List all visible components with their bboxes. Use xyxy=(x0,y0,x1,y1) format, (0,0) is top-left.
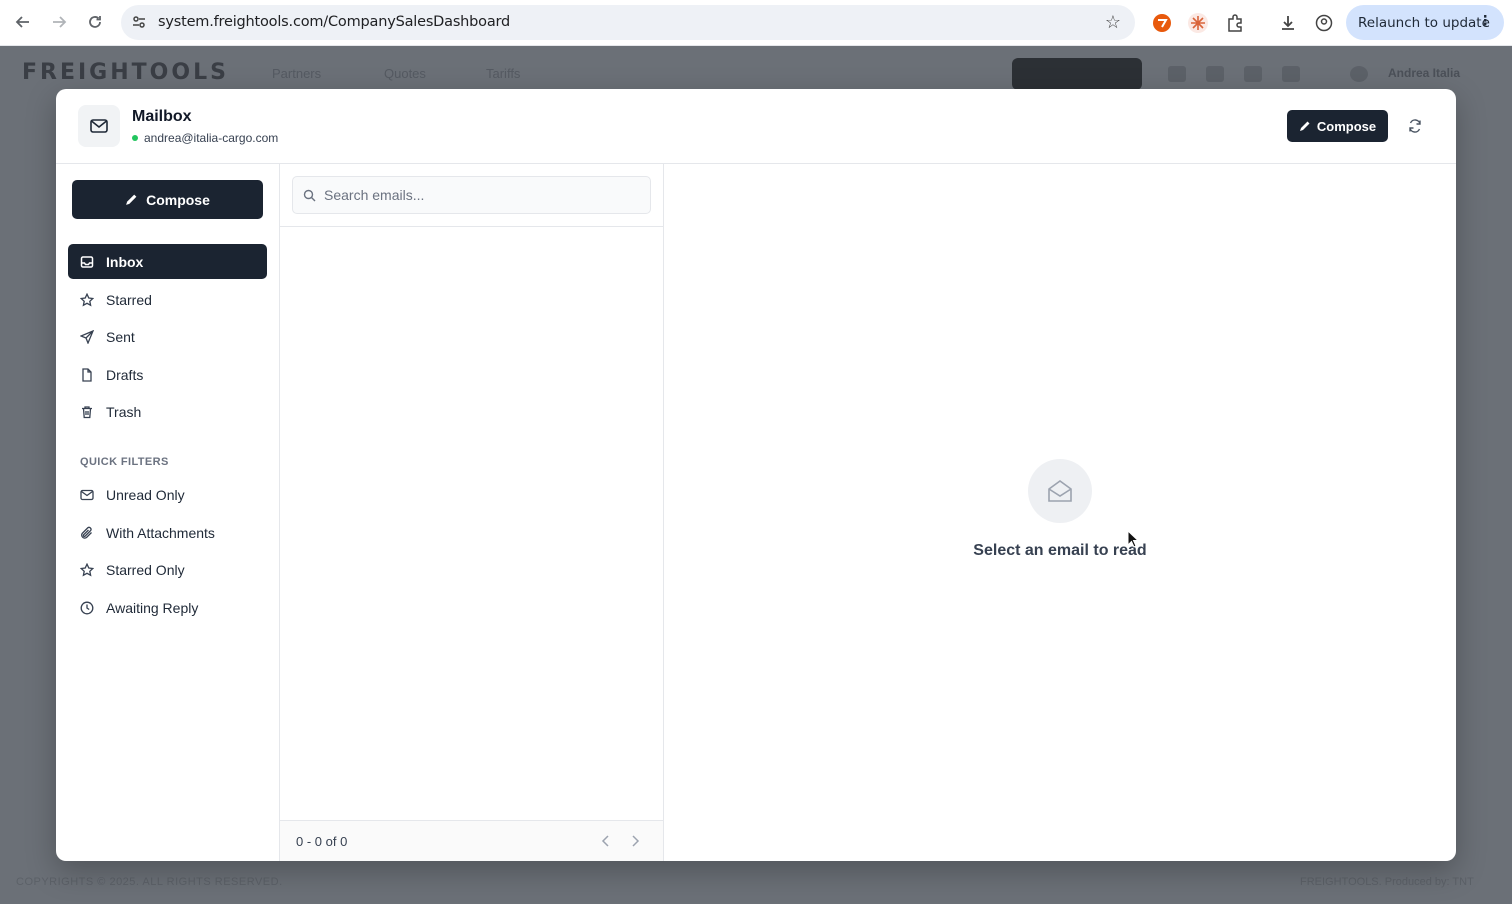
menu-partners: Partners xyxy=(272,66,322,81)
search-box xyxy=(292,176,651,214)
sidebar-compose-button[interactable]: Compose xyxy=(72,180,263,219)
extensions-puzzle-icon[interactable] xyxy=(1224,12,1246,34)
address-bar[interactable]: system.freightools.com/CompanySalesDashb… xyxy=(121,5,1135,40)
account-info: andrea@italia-cargo.com xyxy=(132,131,278,145)
email-list-column: 0 - 0 of 0 xyxy=(280,164,664,861)
filter-label: Unread Only xyxy=(106,486,185,503)
online-status-dot xyxy=(132,135,138,141)
trash-icon xyxy=(80,405,94,419)
send-icon xyxy=(80,329,94,344)
account-email: andrea@italia-cargo.com xyxy=(144,131,279,145)
folder-label: Drafts xyxy=(106,366,144,383)
empty-state-message: Select an email to read xyxy=(973,542,1147,559)
clock-icon xyxy=(80,601,94,615)
next-page-icon[interactable] xyxy=(625,831,645,851)
folder-starred[interactable]: Starred xyxy=(68,282,267,317)
header-compose-label: Compose xyxy=(1316,118,1377,134)
browser-toolbar: system.freightools.com/CompanySalesDashb… xyxy=(0,0,1512,46)
download-icon[interactable] xyxy=(1277,12,1299,34)
folder-trash[interactable]: Trash xyxy=(68,394,267,429)
more-menu-icon[interactable]: ⋮ xyxy=(1479,13,1493,29)
menu-tariffs: Tariffs xyxy=(486,66,521,81)
app-logo: FREIGHTOOLS xyxy=(22,60,229,85)
folder-label: Trash xyxy=(106,403,142,420)
search-bar-area xyxy=(280,164,663,227)
star-icon xyxy=(80,292,94,307)
pencil-icon xyxy=(126,194,137,205)
search-input[interactable] xyxy=(324,187,624,203)
previous-page-icon[interactable] xyxy=(596,831,616,851)
filter-unread-only[interactable]: Unread Only xyxy=(68,477,267,512)
footer-credits: FREIGHTOOLS. Produced by: TNT xyxy=(1300,876,1474,888)
extension-sparkle-icon[interactable] xyxy=(1187,12,1209,34)
header-compose-button[interactable]: Compose xyxy=(1287,110,1388,142)
inbox-icon xyxy=(80,255,94,269)
back-icon[interactable] xyxy=(13,12,33,32)
modal-header: Mailbox andrea@italia-cargo.com Compose xyxy=(56,89,1456,164)
star-icon xyxy=(80,562,94,577)
filter-label: Starred Only xyxy=(106,561,185,578)
open-envelope-icon xyxy=(1028,459,1092,523)
file-icon xyxy=(80,367,94,382)
avatar xyxy=(1350,66,1368,82)
filter-label: With Attachments xyxy=(106,524,215,541)
quick-filters-heading: QUICK FILTERS xyxy=(80,456,169,468)
filter-awaiting-reply[interactable]: Awaiting Reply xyxy=(68,590,267,625)
site-settings-icon[interactable] xyxy=(131,14,147,35)
create-quote-button xyxy=(1012,58,1142,90)
pagination-text: 0 - 0 of 0 xyxy=(296,834,348,849)
profile-icon[interactable] xyxy=(1313,12,1335,34)
reading-pane: Select an email to read xyxy=(664,164,1456,861)
filter-with-attachments[interactable]: With Attachments xyxy=(68,515,267,550)
search-icon xyxy=(303,189,316,201)
folder-label: Sent xyxy=(106,328,135,345)
folder-drafts[interactable]: Drafts xyxy=(68,357,267,392)
mouse-cursor-icon xyxy=(1127,529,1140,553)
relaunch-label: Relaunch to update xyxy=(1358,14,1490,31)
list-pagination: 0 - 0 of 0 xyxy=(280,820,663,861)
mailbox-sidebar: Compose Inbox Starred Sent Drafts Trash … xyxy=(56,164,280,861)
filter-starred-only[interactable]: Starred Only xyxy=(68,552,267,587)
folder-sent[interactable]: Sent xyxy=(68,319,267,354)
url-text: system.freightools.com/CompanySalesDashb… xyxy=(158,14,511,30)
sidebar-compose-label: Compose xyxy=(146,191,210,208)
mailbox-modal: Mailbox andrea@italia-cargo.com Compose … xyxy=(56,89,1456,861)
footer-copyright: COPYRIGHTS © 2025. ALL RIGHTS RESERVED. xyxy=(16,876,283,888)
grid-icon xyxy=(1168,66,1186,82)
pencil-icon xyxy=(1299,121,1310,131)
user-name: Andrea Italia xyxy=(1388,66,1461,80)
paperclip-icon xyxy=(80,526,94,540)
settings-icon xyxy=(1282,66,1300,82)
chat-icon xyxy=(1206,66,1224,82)
menu-quotes: Quotes xyxy=(384,66,426,81)
forward-icon[interactable] xyxy=(49,12,69,32)
bookmark-star-icon[interactable]: ☆ xyxy=(1105,12,1121,33)
refresh-icon[interactable] xyxy=(1405,116,1425,136)
extension-orange-icon[interactable] xyxy=(1151,12,1173,34)
envelope-icon xyxy=(80,488,94,502)
bell-icon xyxy=(1244,66,1262,82)
mailbox-icon xyxy=(78,105,120,147)
filter-label: Awaiting Reply xyxy=(106,599,199,616)
modal-title: Mailbox xyxy=(132,108,192,125)
folder-label: Starred xyxy=(106,291,152,308)
relaunch-button[interactable]: Relaunch to update ⋮ xyxy=(1346,5,1504,40)
reload-icon[interactable] xyxy=(85,12,105,32)
folder-label: Inbox xyxy=(106,253,144,270)
folder-inbox[interactable]: Inbox xyxy=(68,244,267,279)
